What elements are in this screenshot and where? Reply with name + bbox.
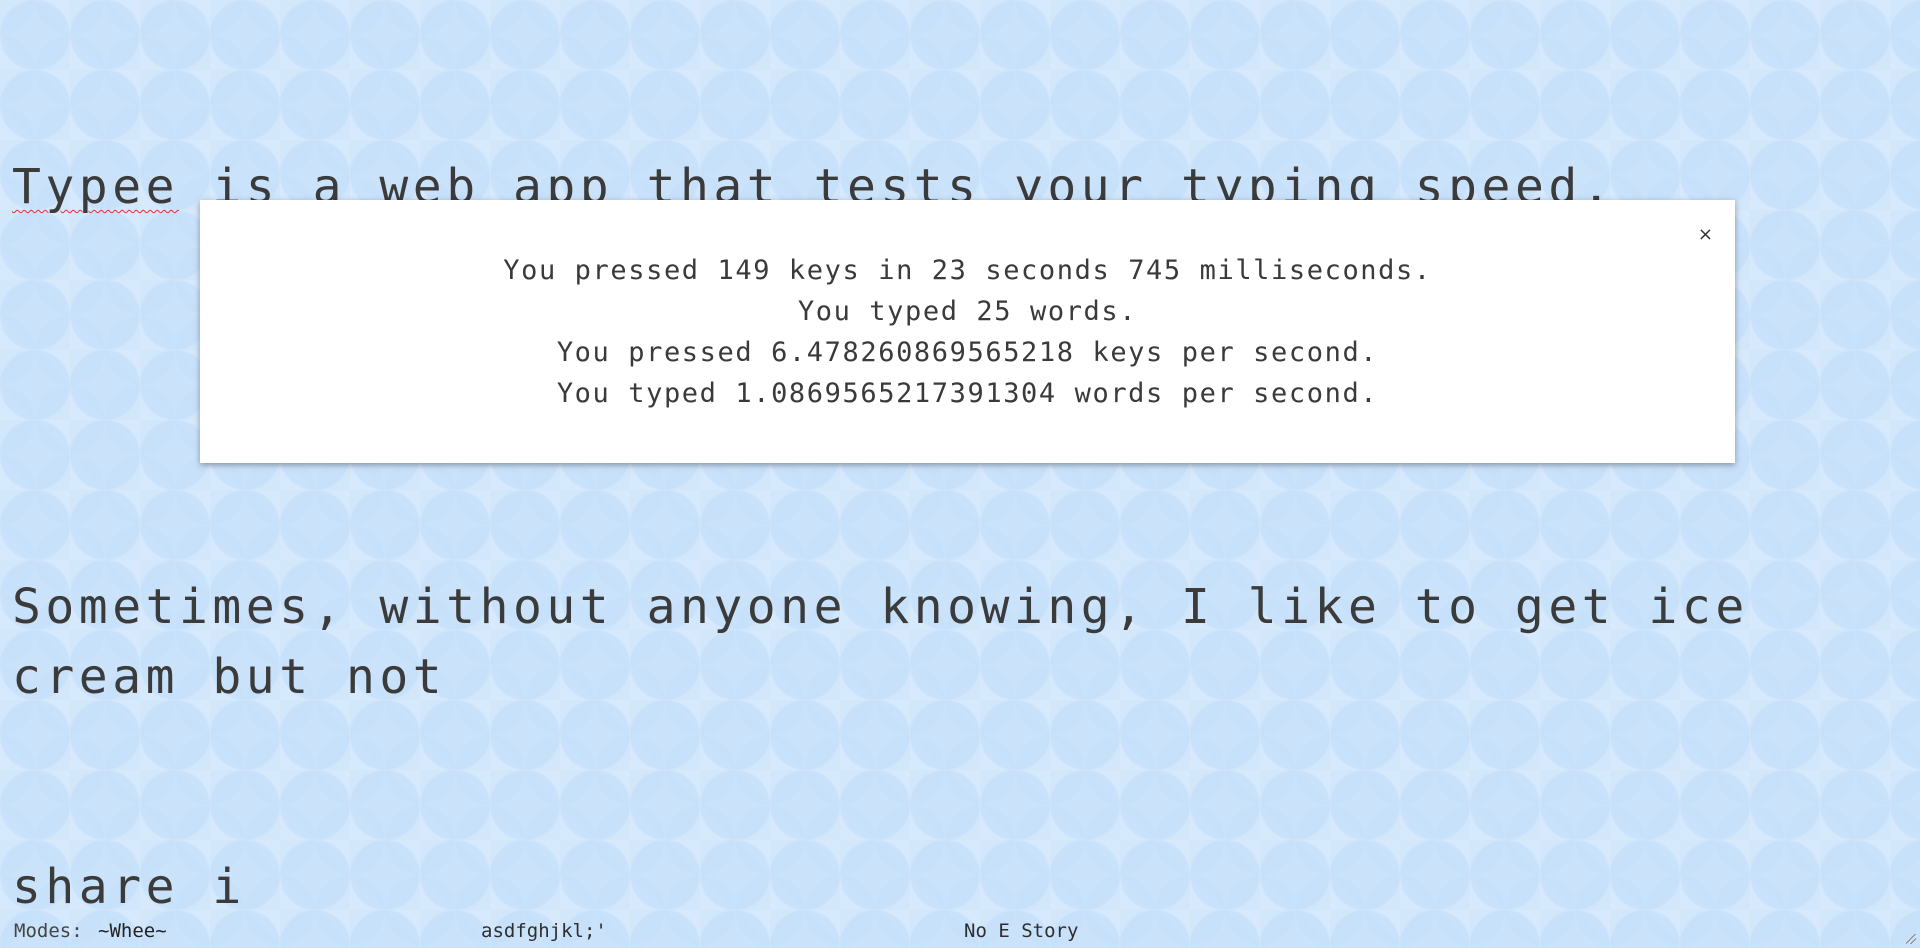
mode-whee-link[interactable]: ~Whee~: [98, 920, 167, 942]
results-modal: × You pressed 149 keys in 23 seconds 745…: [200, 200, 1735, 463]
misspelled-word: Typee: [12, 159, 179, 215]
words-typed-stat: You typed 25 words.: [797, 296, 1138, 327]
keys-pressed-stat: You pressed 149 keys in 23 seconds 745 m…: [503, 255, 1432, 286]
paragraph-2-line-2: share i: [12, 859, 246, 915]
paragraph-2-line-1: Sometimes, without anyone knowing, I lik…: [12, 579, 1783, 705]
no-e-story-link[interactable]: No E Story: [964, 920, 1078, 942]
home-row-mode-link[interactable]: asdfghjkl;': [481, 920, 607, 942]
footer-bar: Modes: ~Whee~ asdfghjkl;' No E Story: [0, 916, 1920, 948]
resize-grip-icon[interactable]: [1906, 934, 1916, 944]
modes-label: Modes:: [14, 920, 83, 942]
words-per-second-stat: You typed 1.0869565217391304 words per s…: [556, 378, 1379, 409]
typing-text-area[interactable]: Typee is a web app that tests your typin…: [12, 12, 1892, 948]
keys-per-second-stat: You pressed 6.478260869565218 keys per s…: [556, 337, 1379, 368]
close-icon[interactable]: ×: [1698, 226, 1713, 244]
